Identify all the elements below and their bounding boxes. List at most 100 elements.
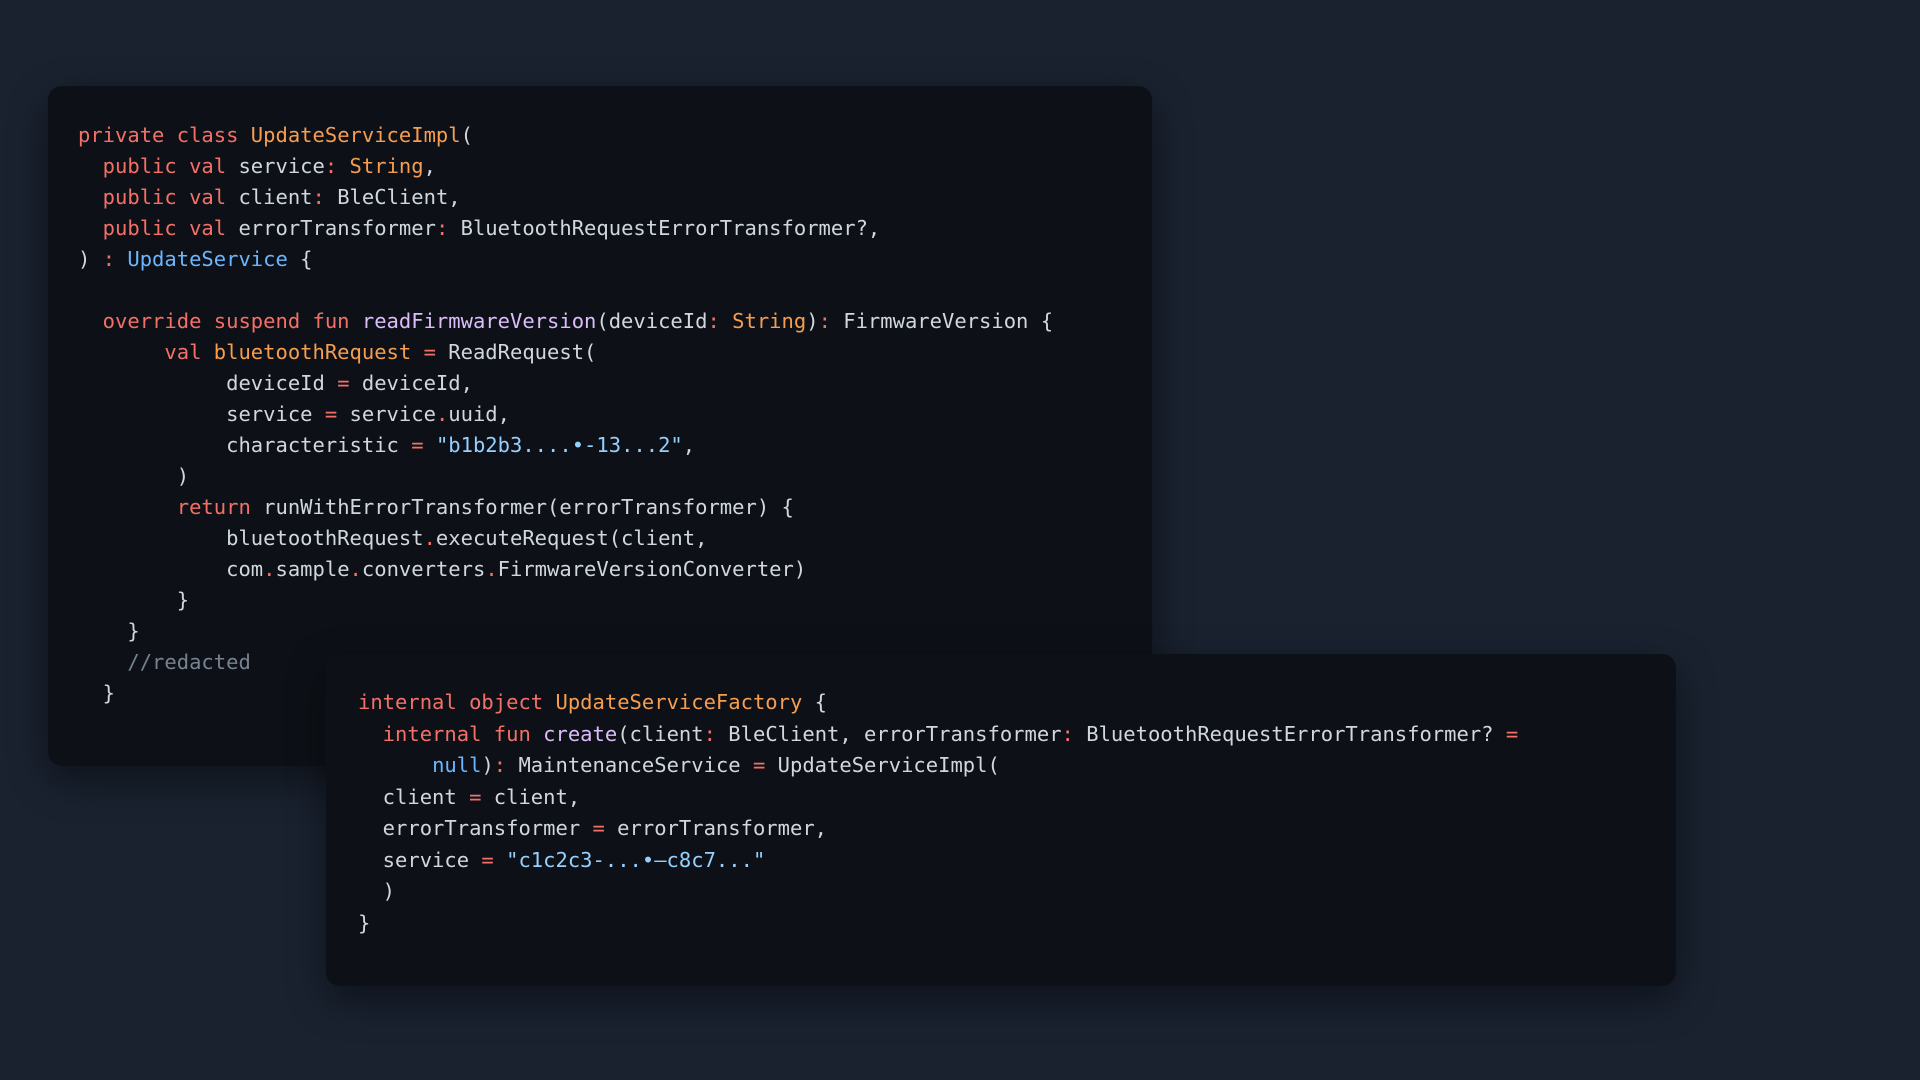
code-line: } (78, 619, 140, 643)
code-token: . (485, 557, 498, 581)
code-token: client, (481, 784, 581, 809)
code-line: private class UpdateServiceImpl( (78, 123, 473, 147)
code-token: FirmwareVersionConverter) (497, 557, 807, 581)
code-token: UpdateServiceImpl (250, 123, 461, 147)
code-token: return (78, 495, 264, 519)
code-token: uuid, (448, 402, 510, 426)
code-token: client (238, 185, 313, 209)
code-token: . (423, 526, 436, 550)
code-line: null): MaintenanceService = UpdateServic… (358, 753, 1000, 777)
code-token: = (324, 402, 338, 426)
code-token: //redacted (78, 650, 251, 674)
code-token: } (78, 588, 190, 612)
code-token: = (337, 371, 350, 395)
code-line: ) (78, 464, 189, 488)
code-token: = (481, 847, 494, 872)
code-token: BleClient, (337, 185, 461, 209)
code-token: ) (806, 309, 819, 333)
code-token: converters (361, 557, 486, 581)
code-token: = (752, 753, 766, 777)
code-token: UpdateServiceImpl( (765, 753, 1000, 777)
code-line: //redacted (78, 650, 251, 674)
code-token: public val (78, 185, 239, 209)
code-token: , (682, 433, 696, 457)
code-token: internal fun (358, 721, 544, 746)
code-token: BleClient, errorTransformer (728, 721, 1062, 746)
code-line: public val client: BleClient, (78, 185, 461, 209)
code-token: private class (78, 123, 251, 147)
code-token: sample (275, 557, 350, 581)
code-line: } (78, 588, 189, 612)
code-token: val (78, 340, 214, 364)
code-token: ReadRequest( (448, 340, 597, 364)
code-line: internal fun create(client: BleClient, e… (358, 721, 1519, 746)
code-token: executeRequest(client, (435, 526, 708, 550)
code-token: bluetoothRequest (78, 526, 424, 550)
code-line: deviceId = deviceId, (78, 371, 473, 395)
code-line: errorTransformer = errorTransformer, (358, 816, 827, 840)
code-line: val bluetoothRequest = ReadRequest( (78, 340, 596, 364)
code-token: errorTransformer, (604, 816, 828, 840)
code-line: service = service.uuid, (78, 402, 510, 426)
code-panel-update-service-factory: internal object UpdateServiceFactory { i… (326, 654, 1676, 986)
code-token: readFirmwareVersion (361, 309, 597, 333)
code-token: ) (78, 247, 103, 271)
code-line: characteristic = "b1b2b3....•-13...2", (78, 433, 695, 457)
code-token: } (78, 619, 140, 643)
code-token: null (432, 753, 482, 777)
code-token: "b1b2b3....•-13...2" (435, 433, 683, 457)
code-token: : (1061, 721, 1087, 746)
code-token: errorTransformer (358, 816, 593, 840)
code-token: = (592, 816, 605, 840)
code-token: : (435, 216, 461, 240)
code-token: ) (481, 753, 494, 777)
code-line: com.sample.converters.FirmwareVersionCon… (78, 557, 806, 581)
code-token: override suspend fun (78, 309, 362, 333)
code-line: } (358, 911, 370, 935)
code-token: { (287, 247, 313, 271)
code-token: = (411, 433, 424, 457)
code-token: = (1505, 721, 1519, 746)
code-token: BluetoothRequestErrorTransformer?, (460, 216, 881, 240)
code-token: : (703, 721, 729, 746)
code-token: (deviceId (596, 309, 708, 333)
code-token: FirmwareVersion { (843, 309, 1054, 333)
code-token: = (469, 784, 482, 809)
code-line: } (78, 681, 115, 705)
code-token: ( (460, 123, 473, 147)
code-token: String (349, 154, 424, 178)
code-token: client (358, 784, 470, 809)
code-token: (client (617, 721, 704, 746)
code-block-update-service-impl: private class UpdateServiceImpl( public … (78, 120, 1122, 709)
code-token: characteristic (78, 433, 412, 457)
code-line: public val errorTransformer: BluetoothRe… (78, 216, 881, 240)
code-token: service (358, 847, 482, 872)
code-token: runWithErrorTransformer(errorTransformer… (263, 495, 794, 519)
code-token: { (802, 690, 828, 714)
code-token: deviceId (78, 371, 338, 395)
code-token: public val (78, 154, 239, 178)
code-token: MaintenanceService (518, 753, 753, 777)
code-token: ) (78, 464, 190, 488)
code-token: ) (358, 879, 396, 903)
code-line: override suspend fun readFirmwareVersion… (78, 309, 1053, 333)
code-token: . (263, 557, 276, 581)
code-token: UpdateService (127, 247, 288, 271)
code-token: , (423, 154, 436, 178)
code-line: bluetoothRequest.executeRequest(client, (78, 526, 707, 550)
code-token: } (358, 910, 371, 935)
code-token: BluetoothRequestErrorTransformer? (1086, 721, 1506, 746)
code-token: : (493, 753, 519, 777)
code-token: service (337, 402, 436, 426)
code-token: internal object (358, 690, 556, 714)
code-line: ) : UpdateService { (78, 247, 313, 271)
code-line: public val service: String, (78, 154, 436, 178)
code-line: return runWithErrorTransformer(errorTran… (78, 495, 794, 519)
code-token: UpdateServiceFactory (555, 690, 803, 714)
code-token: String (732, 309, 807, 333)
code-token: create (543, 721, 618, 746)
code-line: client = client, (358, 784, 581, 809)
